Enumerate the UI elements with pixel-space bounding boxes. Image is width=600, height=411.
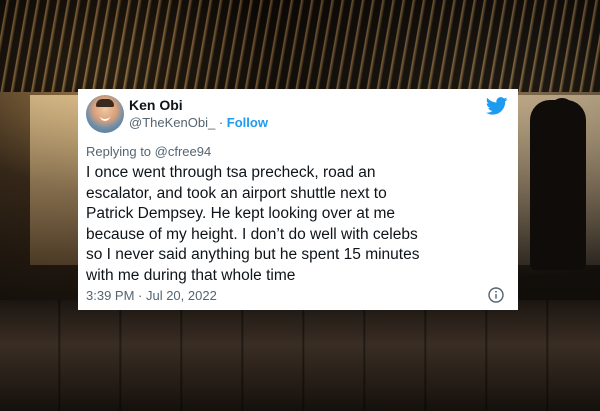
replying-prefix: Replying to [86, 144, 152, 159]
separator-dot: · [218, 115, 224, 130]
replying-mention[interactable]: @cfree94 [155, 144, 212, 159]
replying-to: Replying to @cfree94 [86, 144, 211, 159]
tiled-floor [0, 300, 600, 411]
author-name[interactable]: Ken Obi [129, 97, 183, 113]
tweet-timestamp[interactable]: 3:39 PM · Jul 20, 2022 [86, 288, 217, 303]
avatar-smile [100, 115, 110, 121]
window-light-left [30, 95, 80, 265]
handle-row: @TheKenObi_ · Follow [129, 115, 268, 130]
traveler-silhouette [530, 100, 586, 270]
tweet-text: I once went through tsa precheck, road a… [86, 164, 420, 284]
ceiling-slats [0, 0, 600, 92]
info-icon[interactable] [488, 287, 504, 303]
avatar[interactable] [86, 95, 124, 133]
twitter-bird-icon[interactable] [486, 97, 508, 115]
follow-button[interactable]: Follow [227, 115, 268, 130]
avatar-hair [96, 99, 114, 107]
tweet-card: Ken Obi @TheKenObi_ · Follow Replying to… [78, 89, 518, 310]
author-handle[interactable]: @TheKenObi_ [129, 115, 215, 130]
